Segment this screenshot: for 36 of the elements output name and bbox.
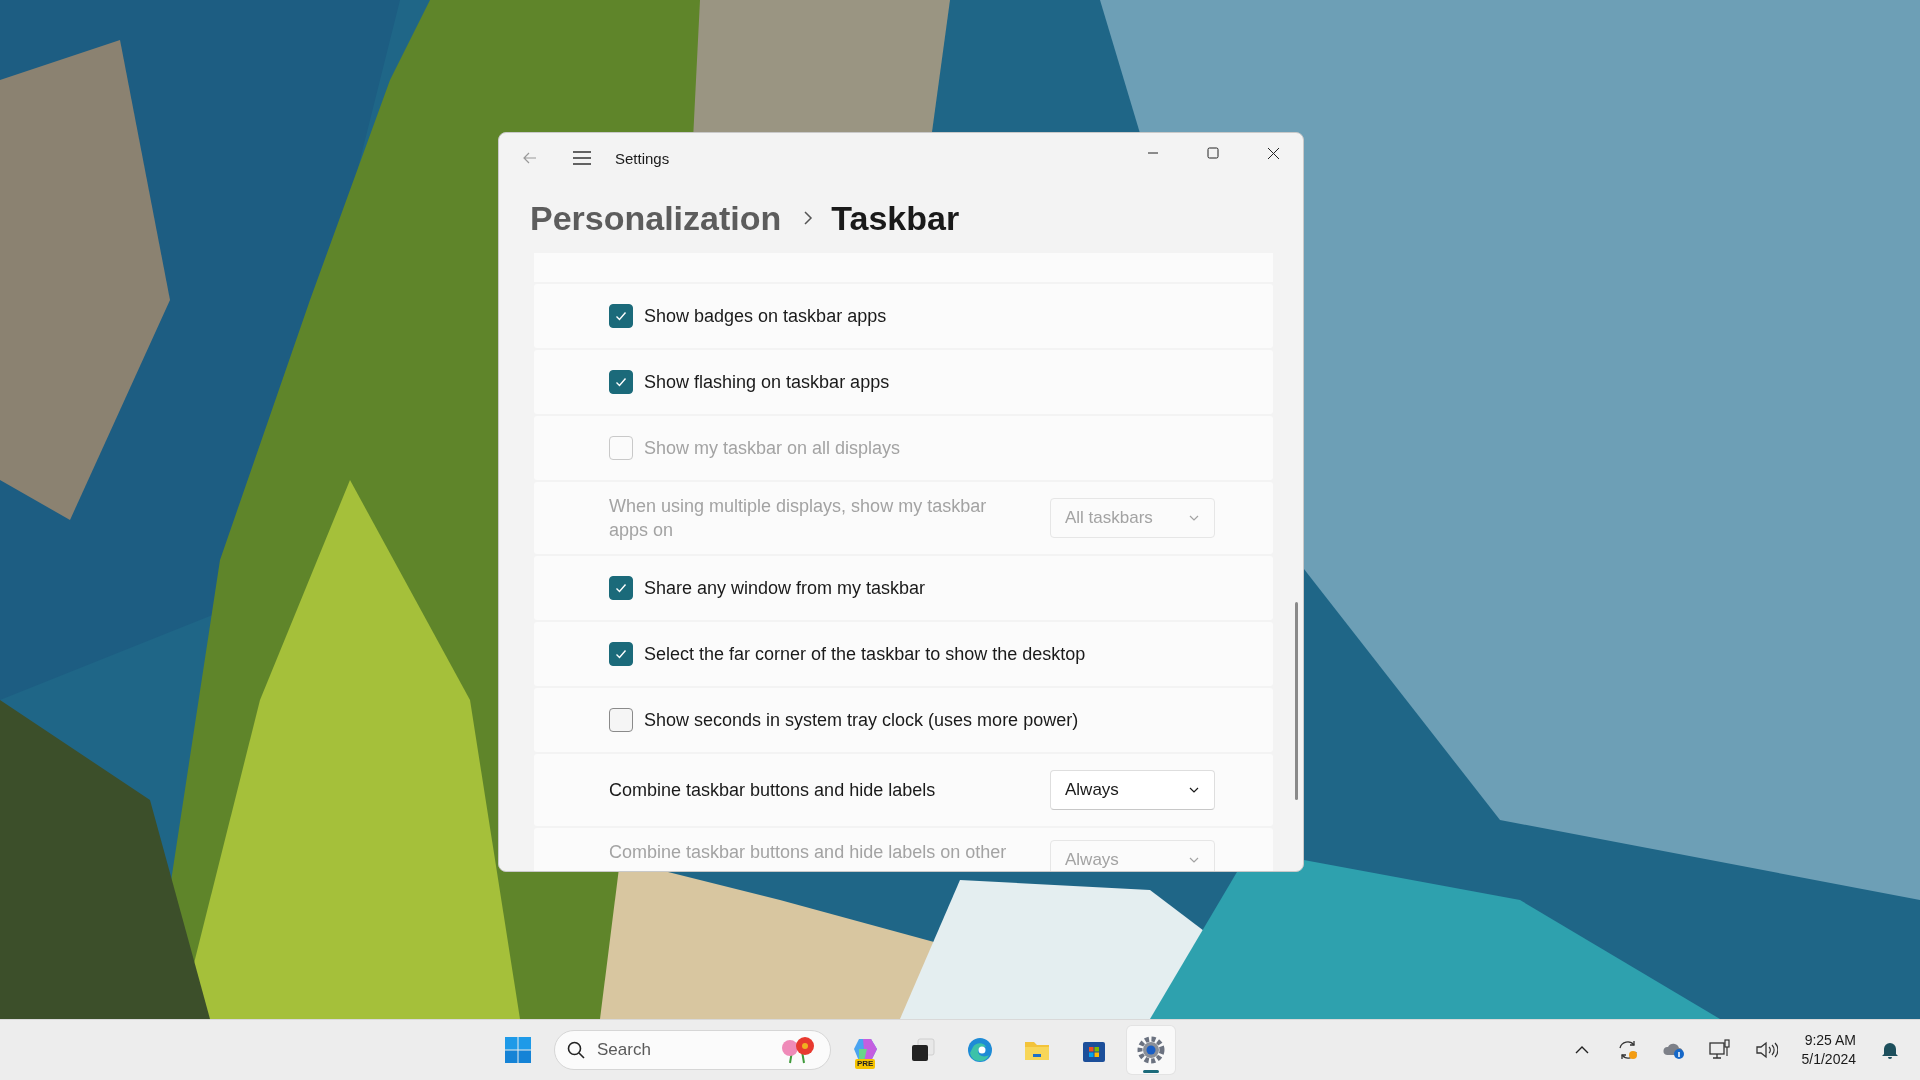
- window-title: Settings: [615, 149, 670, 167]
- search-bar[interactable]: Search: [554, 1030, 831, 1070]
- checkbox-label: Show flashing on taskbar apps: [644, 371, 890, 393]
- overlapping-squares-icon: [909, 1036, 937, 1064]
- preview-badge: PRE: [855, 1059, 876, 1069]
- setting-label: Combine taskbar buttons and hide labels: [609, 779, 937, 802]
- page-title: Taskbar: [831, 198, 960, 238]
- checkbox-label: Show my taskbar on all displays: [644, 437, 901, 459]
- checkbox[interactable]: [609, 304, 633, 328]
- clock-time[interactable]: 9:25 AM: [1804, 1031, 1856, 1050]
- scrollbar[interactable]: [1295, 602, 1298, 800]
- active-indicator: [1143, 1070, 1159, 1073]
- checkbox-label: Show seconds in system tray clock (uses more power): [644, 709, 1079, 731]
- setting-label: When using multiple displays, show my taskbar apps on: [609, 495, 988, 542]
- taskbar-app-button[interactable]: PRE: [842, 1026, 890, 1074]
- checkbox-label: Share any window from my taskbar: [644, 577, 926, 599]
- checkbox[interactable]: [609, 370, 633, 394]
- checkmark-icon: [614, 647, 628, 661]
- chevron-right-icon: [803, 211, 814, 225]
- checkbox-label: Select the far corner of the taskbar to show the desktop: [644, 643, 1086, 665]
- checkmark-icon: [614, 375, 628, 389]
- breadcrumb-link[interactable]: Personalization: [530, 198, 782, 238]
- checkmark-icon: [614, 309, 628, 323]
- checkbox[interactable]: [609, 642, 633, 666]
- setting-label: Combine taskbar buttons and hide labels on other: [609, 841, 1008, 864]
- search-icon: [567, 1041, 585, 1059]
- clock-date[interactable]: 5/1/2024: [1801, 1050, 1856, 1069]
- checkbox-label: Show badges on taskbar apps: [644, 305, 887, 327]
- checkbox[interactable]: [609, 576, 633, 600]
- taskbar-app-button[interactable]: [1127, 1026, 1175, 1074]
- checkbox[interactable]: [609, 708, 633, 732]
- browser-icon: [965, 1035, 995, 1065]
- search-field[interactable]: Search: [595, 1039, 749, 1061]
- dropdown[interactable]: Always: [1050, 770, 1215, 810]
- checkmark-icon: [614, 581, 628, 595]
- settings-icon: [1136, 1035, 1166, 1065]
